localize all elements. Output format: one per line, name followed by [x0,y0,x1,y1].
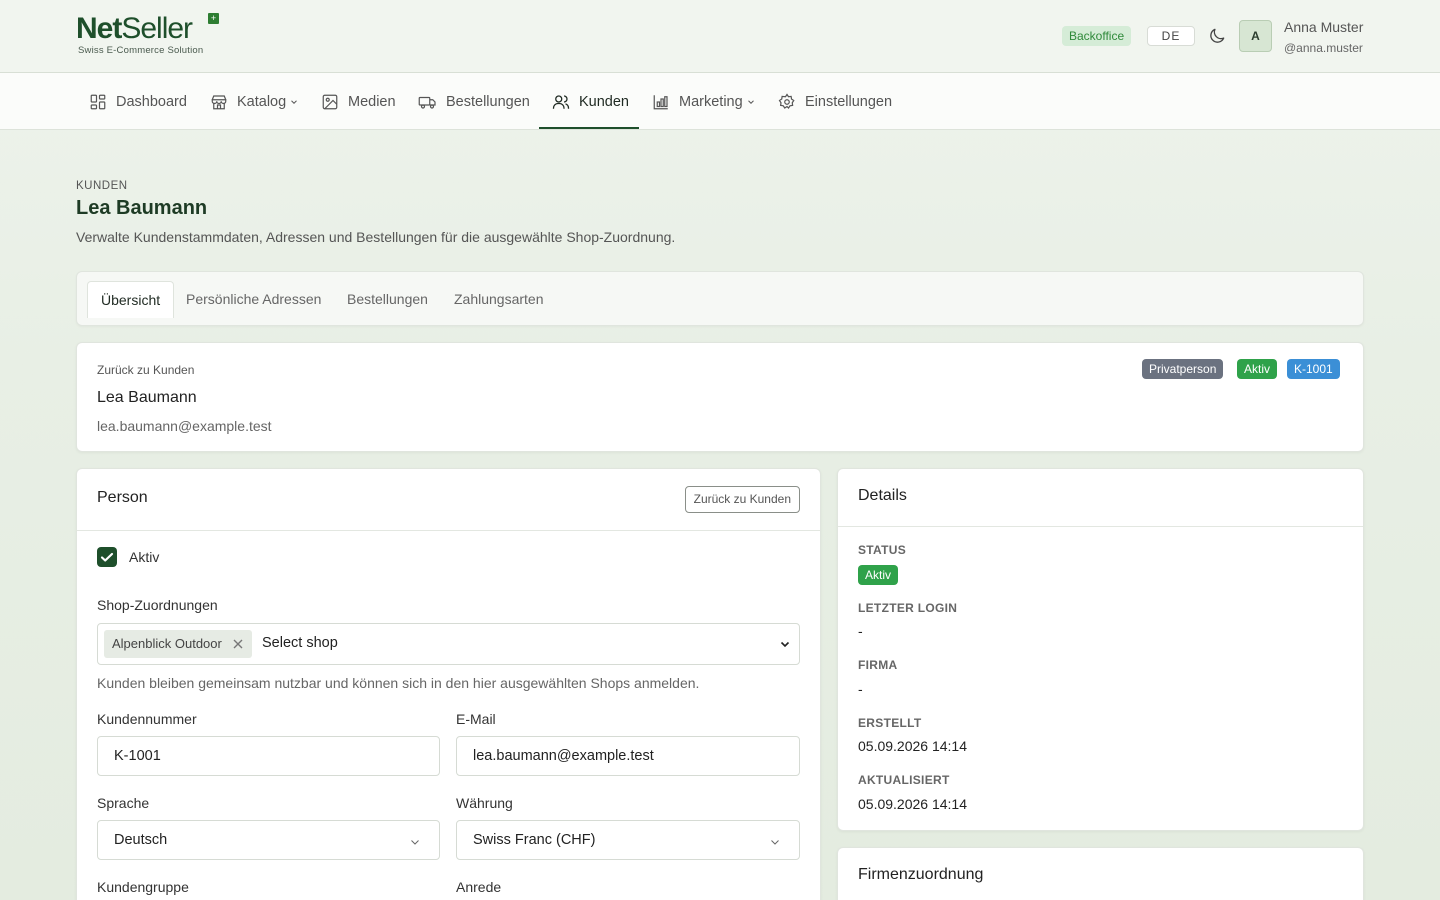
top-header: NetSeller + Swiss E-Commerce Solution Ba… [0,0,1440,73]
nav-bestellungen[interactable]: Bestellungen [418,73,530,130]
chart-icon [653,94,668,109]
dark-mode-toggle[interactable] [1207,26,1227,46]
status-badge: Aktiv [858,565,899,585]
backoffice-badge: Backoffice [1062,26,1132,46]
details-card-title: Details [858,487,907,504]
customer-group-label: Kundengruppe [97,879,189,895]
chevron-down-icon [291,99,298,104]
customer-type-badge: Privatperson [1142,359,1224,379]
company-assignment-title: Firmenzuordnung [858,866,984,883]
language-select-value: Deutsch [114,832,168,848]
shop-assignments-label: Shop-Zuordnungen [97,597,218,613]
language-select[interactable]: Deutsch [97,820,440,860]
shop-select-placeholder: Select shop [262,635,338,651]
shop-chip-label: Alpenblick Outdoor [112,636,222,651]
customer-summary-card: Zurück zu Kunden Lea Baumann lea.baumann… [76,342,1364,452]
tab-persoenliche-adressen[interactable]: Persönliche Adressen [173,281,334,318]
tab-uebersicht[interactable]: Übersicht [87,281,175,318]
details-card: Details STATUS Aktiv LETZTER LOGIN - FIR… [837,468,1364,831]
moon-icon [1210,28,1225,43]
customer-email: lea.baumann@example.test [97,418,272,434]
salutation-label: Anrede [456,879,502,895]
netseller-logo[interactable]: NetSeller + Swiss E-Commerce Solution [76,12,226,60]
users-icon [552,94,570,109]
last-login-label: LETZTER LOGIN [858,601,958,615]
created-value: 05.09.2026 14:14 [858,738,967,754]
nav-marketing[interactable]: Marketing [652,73,756,130]
chevron-down-icon [747,99,754,104]
language-label: Sprache [97,795,150,811]
email-field[interactable]: lea.baumann@example.test [456,736,800,776]
nav-einstellungen-label: Einstellungen [805,93,893,110]
shop-help-text: Kunden bleiben gemeinsam nutzbar und kön… [97,675,700,691]
shop-chip: Alpenblick Outdoor [104,630,252,658]
nav-medien[interactable]: Medien [321,73,396,130]
back-to-customers-link[interactable]: Zurück zu Kunden [97,363,194,377]
status-label: STATUS [858,543,907,557]
currency-select[interactable]: Swiss Franc (CHF) [456,820,800,860]
nav-dashboard[interactable]: Dashboard [89,73,187,130]
back-to-customers-button[interactable]: Zurück zu Kunden [684,486,800,513]
person-card-header: Person Zurück zu Kunden [77,469,820,531]
customer-number-badge: K-1001 [1287,359,1340,379]
status-badge: Aktiv [1237,359,1278,379]
logo-rest: Seller [121,12,193,45]
dashboard-icon [90,94,106,109]
breadcrumb: KUNDEN [76,180,128,192]
user-name[interactable]: Anna Muster [1284,19,1363,35]
logo-bold: Net [76,12,122,45]
main-navigation: Dashboard Katalog Medien Bestellungen Ku… [0,73,1440,130]
created-label: ERSTELLT [858,716,922,730]
customer-number-label: Kundennummer [97,711,197,727]
chevron-down-icon [780,641,790,648]
tab-bestellungen[interactable]: Bestellungen [334,281,441,318]
nav-medien-label: Medien [348,93,396,110]
user-handle: @anna.muster [1284,41,1363,55]
page-title: Lea Baumann [76,197,208,219]
customer-name: Lea Baumann [97,389,197,406]
nav-einstellungen[interactable]: Einstellungen [778,73,892,130]
customer-number-input[interactable]: K-1001 [97,736,440,776]
person-card: Person Zurück zu Kunden Aktiv Shop-Zuord… [76,468,821,900]
tab-zahlungsarten[interactable]: Zahlungsarten [441,281,557,318]
company-value: - [858,681,863,697]
email-label: E-Mail [456,711,496,727]
chevron-down-icon [411,840,419,845]
nav-bestellungen-label: Bestellungen [446,93,530,110]
active-checkbox[interactable] [97,547,117,567]
truck-icon [418,96,436,109]
language-switcher[interactable]: DE [1147,26,1195,46]
nav-katalog-label: Katalog [237,93,287,110]
shop-select[interactable]: Alpenblick Outdoor Select shop [97,623,800,665]
last-login-value: - [858,623,863,639]
image-icon [322,94,338,109]
avatar[interactable]: A [1239,20,1272,52]
nav-kunden-label: Kunden [579,93,629,110]
nav-dashboard-label: Dashboard [116,93,187,110]
company-assignment-card: Firmenzuordnung [837,847,1364,900]
gear-icon [778,92,795,109]
nav-katalog[interactable]: Katalog [210,73,299,130]
logo-plus-icon: + [208,13,219,24]
page-description: Verwalte Kundenstammdaten, Adressen und … [76,229,676,245]
updated-value: 05.09.2026 14:14 [858,796,967,812]
updated-label: AKTUALISIERT [858,773,950,787]
close-icon[interactable] [232,638,244,650]
active-label[interactable]: Aktiv [129,549,159,565]
check-icon [100,552,114,562]
nav-marketing-label: Marketing [679,93,743,110]
store-icon [211,94,227,109]
person-card-title: Person [97,489,148,506]
currency-select-value: Swiss Franc (CHF) [473,832,596,848]
nav-active-indicator [539,127,639,129]
details-card-header: Details [838,469,1363,527]
logo-tagline: Swiss E-Commerce Solution [78,45,204,56]
chevron-down-icon [771,840,779,845]
company-label: FIRMA [858,658,898,672]
currency-label: Währung [456,795,513,811]
nav-kunden[interactable]: Kunden [552,73,629,130]
tab-bar: Übersicht Persönliche Adressen Bestellun… [76,271,1364,326]
